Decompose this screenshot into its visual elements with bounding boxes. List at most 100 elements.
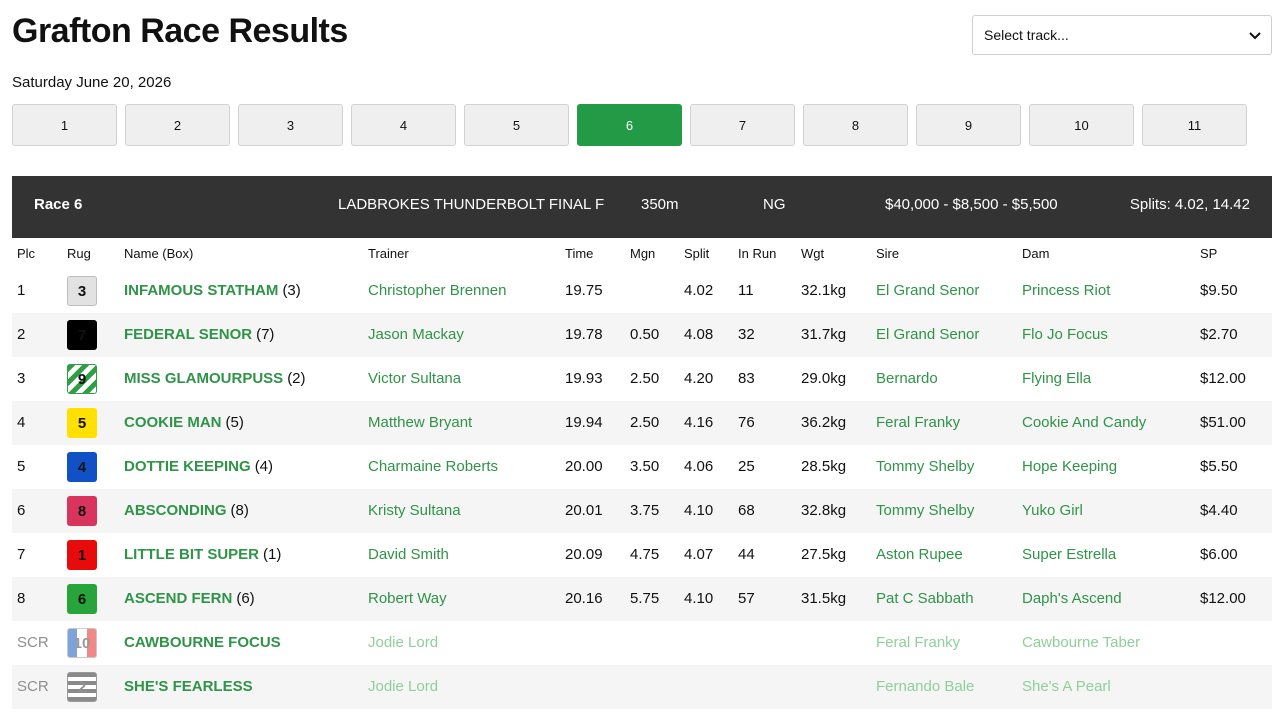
placing: 8 (17, 590, 26, 607)
in-run: 68 (738, 502, 755, 519)
race-label: Race 6 (34, 196, 83, 213)
sire-link[interactable]: Fernando Bale (876, 678, 974, 695)
rug-number: 4 (67, 452, 97, 482)
dam-link[interactable]: She's A Pearl (1022, 678, 1111, 695)
dam-link[interactable]: Flo Jo Focus (1022, 326, 1108, 343)
race-tab-6[interactable]: 6 (577, 104, 682, 146)
trainer-link[interactable]: Jodie Lord (368, 678, 438, 695)
sire-link[interactable]: Bernardo (876, 370, 938, 387)
sire-link[interactable]: Feral Franky (876, 414, 960, 431)
margin: 3.75 (630, 502, 660, 519)
runner-name-link[interactable]: CAWBOURNE FOCUS (124, 634, 281, 651)
runner-name-link[interactable]: LITTLE BIT SUPER (124, 546, 259, 563)
weight: 32.8kg (801, 502, 847, 519)
track-select[interactable]: Select track... (972, 15, 1272, 55)
race-tab-10[interactable]: 10 (1029, 104, 1134, 146)
race-distance: 350m (641, 196, 679, 213)
rug-number: 5 (67, 408, 97, 438)
starting-price: $6.00 (1200, 546, 1238, 563)
split-time: 4.06 (684, 458, 714, 475)
runner-name-cell: DOTTIE KEEPING (4) (124, 458, 273, 475)
trainer-link[interactable]: Jason Mackay (368, 326, 464, 343)
race-tab-2[interactable]: 2 (125, 104, 230, 146)
trainer-link[interactable]: Kristy Sultana (368, 502, 461, 519)
dam-link[interactable]: Super Estrella (1022, 546, 1116, 563)
placing: 6 (17, 502, 26, 519)
runner-name-link[interactable]: FEDERAL SENOR (124, 326, 252, 343)
race-tab-11[interactable]: 11 (1142, 104, 1247, 146)
runner-name-link[interactable]: MISS GLAMOURPUSS (124, 370, 283, 387)
column-header-name: Name (Box) (124, 246, 194, 261)
sire-link[interactable]: Tommy Shelby (876, 458, 974, 475)
rug-number: 10 (67, 628, 97, 658)
runner-name-link[interactable]: SHE'S FEARLESS (124, 678, 253, 695)
split-time: 4.10 (684, 502, 714, 519)
trainer-link[interactable]: Victor Sultana (368, 370, 461, 387)
dam-link[interactable]: Cookie And Candy (1022, 414, 1146, 431)
dam-link[interactable]: Cawbourne Taber (1022, 634, 1140, 651)
runner-box: (2) (287, 370, 306, 387)
trainer-link[interactable]: Robert Way (368, 590, 447, 607)
starting-price: $2.70 (1200, 326, 1238, 343)
dam-link[interactable]: Daph's Ascend (1022, 590, 1122, 607)
race-time: 19.78 (565, 326, 603, 343)
race-time: 19.75 (565, 282, 603, 299)
weight: 29.0kg (801, 370, 847, 387)
placing: 1 (17, 282, 26, 299)
race-tab-1[interactable]: 1 (12, 104, 117, 146)
sire-link[interactable]: Pat C Sabbath (876, 590, 974, 607)
race-name: LADBROKES THUNDERBOLT FINAL F (338, 196, 605, 213)
race-tab-3[interactable]: 3 (238, 104, 343, 146)
page-title: Grafton Race Results (12, 12, 348, 50)
weight: 27.5kg (801, 546, 847, 563)
sire-link[interactable]: Tommy Shelby (876, 502, 974, 519)
dam-link[interactable]: Hope Keeping (1022, 458, 1117, 475)
dam-link[interactable]: Flying Ella (1022, 370, 1091, 387)
trainer-link[interactable]: Christopher Brennen (368, 282, 506, 299)
runner-box: (1) (263, 546, 282, 563)
race-time: 19.93 (565, 370, 603, 387)
sire-link[interactable]: El Grand Senor (876, 326, 979, 343)
split-time: 4.20 (684, 370, 714, 387)
runner-name-cell: ABSCONDING (8) (124, 502, 249, 519)
dam-link[interactable]: Princess Riot (1022, 282, 1110, 299)
race-tab-7[interactable]: 7 (690, 104, 795, 146)
sire-link[interactable]: El Grand Senor (876, 282, 979, 299)
rug-number: 7 (67, 320, 97, 350)
trainer-link[interactable]: Charmaine Roberts (368, 458, 498, 475)
starting-price: $12.00 (1200, 370, 1246, 387)
runner-name-link[interactable]: ASCEND FERN (124, 590, 232, 607)
runner-name-link[interactable]: ABSCONDING (124, 502, 227, 519)
weight: 32.1kg (801, 282, 847, 299)
trainer-link[interactable]: David Smith (368, 546, 449, 563)
sire-link[interactable]: Feral Franky (876, 634, 960, 651)
race-tab-4[interactable]: 4 (351, 104, 456, 146)
race-time: 19.94 (565, 414, 603, 431)
runner-name-cell: ASCEND FERN (6) (124, 590, 255, 607)
runner-name-link[interactable]: DOTTIE KEEPING (124, 458, 251, 475)
split-time: 4.10 (684, 590, 714, 607)
trainer-link[interactable]: Matthew Bryant (368, 414, 472, 431)
race-tab-9[interactable]: 9 (916, 104, 1021, 146)
race-tab-8[interactable]: 8 (803, 104, 908, 146)
race-prizemoney: $40,000 - $8,500 - $5,500 (885, 196, 1058, 213)
placing: 2 (17, 326, 26, 343)
race-tab-5[interactable]: 5 (464, 104, 569, 146)
margin: 5.75 (630, 590, 660, 607)
placing: 7 (17, 546, 26, 563)
dam-link[interactable]: Yuko Girl (1022, 502, 1083, 519)
runner-name-link[interactable]: COOKIE MAN (124, 414, 222, 431)
column-header-mgn: Mgn (630, 246, 656, 261)
starting-price: $4.40 (1200, 502, 1238, 519)
placing: 3 (17, 370, 26, 387)
starting-price: $51.00 (1200, 414, 1246, 431)
column-header-split: Split (684, 246, 710, 261)
chevron-down-icon (1249, 32, 1261, 40)
weight: 31.7kg (801, 326, 847, 343)
runner-name-link[interactable]: INFAMOUS STATHAM (124, 282, 278, 299)
rug-number: 9 (67, 364, 97, 394)
split-time: 4.08 (684, 326, 714, 343)
trainer-link[interactable]: Jodie Lord (368, 634, 438, 651)
sire-link[interactable]: Aston Rupee (876, 546, 963, 563)
in-run: 76 (738, 414, 755, 431)
